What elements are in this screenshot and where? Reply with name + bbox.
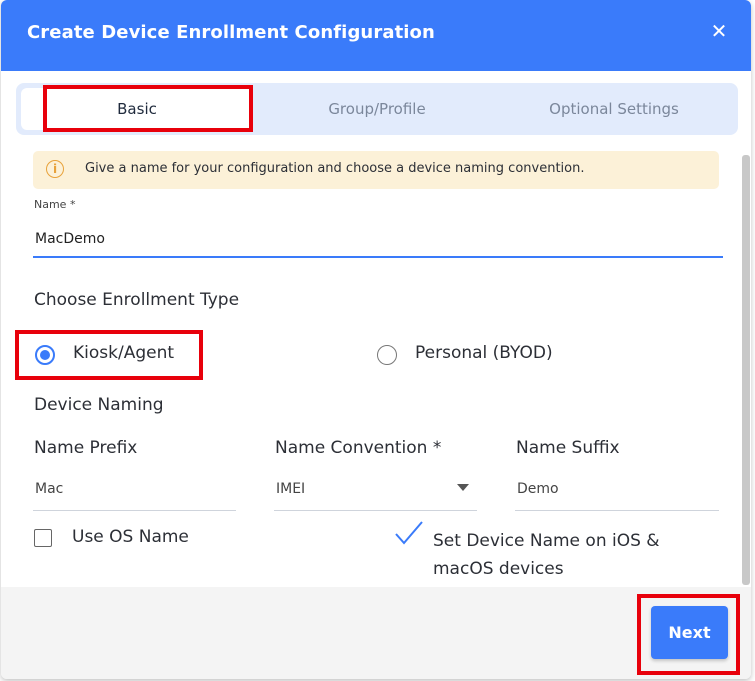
name-convention-value: IMEI (276, 481, 306, 497)
radio-checked-icon (35, 345, 55, 365)
radio-label: Kiosk/Agent (73, 343, 175, 363)
scrollbar[interactable] (742, 155, 750, 585)
name-convention-label: Name Convention * (275, 438, 442, 458)
info-text: Give a name for your configuration and c… (85, 161, 585, 176)
tab-bar: Basic Group/Profile Optional Settings (16, 83, 738, 135)
enrollment-type-title: Choose Enrollment Type (34, 290, 240, 310)
next-button[interactable]: Next (651, 606, 728, 659)
set-device-name-label: Set Device Name on iOS & macOS devices (433, 531, 660, 579)
set-device-name-checkbox[interactable]: Set Device Name on iOS & macOS devices (395, 521, 725, 579)
dialog-title: Create Device Enrollment Configuration (27, 22, 435, 43)
tab-basic[interactable]: Basic (21, 88, 253, 130)
device-naming-title: Device Naming (34, 395, 164, 415)
dialog-header: Create Device Enrollment Configuration ✕ (1, 0, 751, 71)
radio-unchecked-icon (377, 345, 397, 365)
name-prefix-input[interactable]: Mac (33, 474, 236, 511)
close-icon[interactable]: ✕ (709, 20, 729, 42)
name-prefix-value: Mac (35, 481, 64, 497)
dialog-footer (1, 587, 751, 679)
checkmark-icon (395, 521, 423, 545)
radio-label: Personal (BYOD) (415, 343, 553, 363)
checkbox-unchecked-icon (34, 529, 52, 547)
tab-group-profile[interactable]: Group/Profile (261, 88, 493, 130)
radio-personal-byod[interactable]: Personal (BYOD) (377, 343, 577, 373)
radio-kiosk-agent[interactable]: Kiosk/Agent (35, 343, 215, 373)
use-os-name-label: Use OS Name (72, 527, 189, 547)
name-suffix-input[interactable]: Demo (515, 474, 719, 511)
name-suffix-label: Name Suffix (516, 438, 620, 458)
tab-optional-settings[interactable]: Optional Settings (498, 88, 730, 130)
name-convention-select[interactable]: IMEI (274, 474, 477, 511)
info-banner: i Give a name for your configuration and… (33, 151, 719, 189)
use-os-name-checkbox[interactable]: Use OS Name (34, 527, 214, 553)
name-prefix-label: Name Prefix (34, 438, 138, 458)
enrollment-dialog: Create Device Enrollment Configuration ✕… (1, 0, 751, 679)
name-suffix-value: Demo (517, 481, 559, 497)
name-label: Name * (34, 198, 76, 211)
name-input[interactable] (33, 222, 723, 258)
info-icon: i (46, 160, 64, 178)
dropdown-arrow-icon (457, 484, 469, 491)
